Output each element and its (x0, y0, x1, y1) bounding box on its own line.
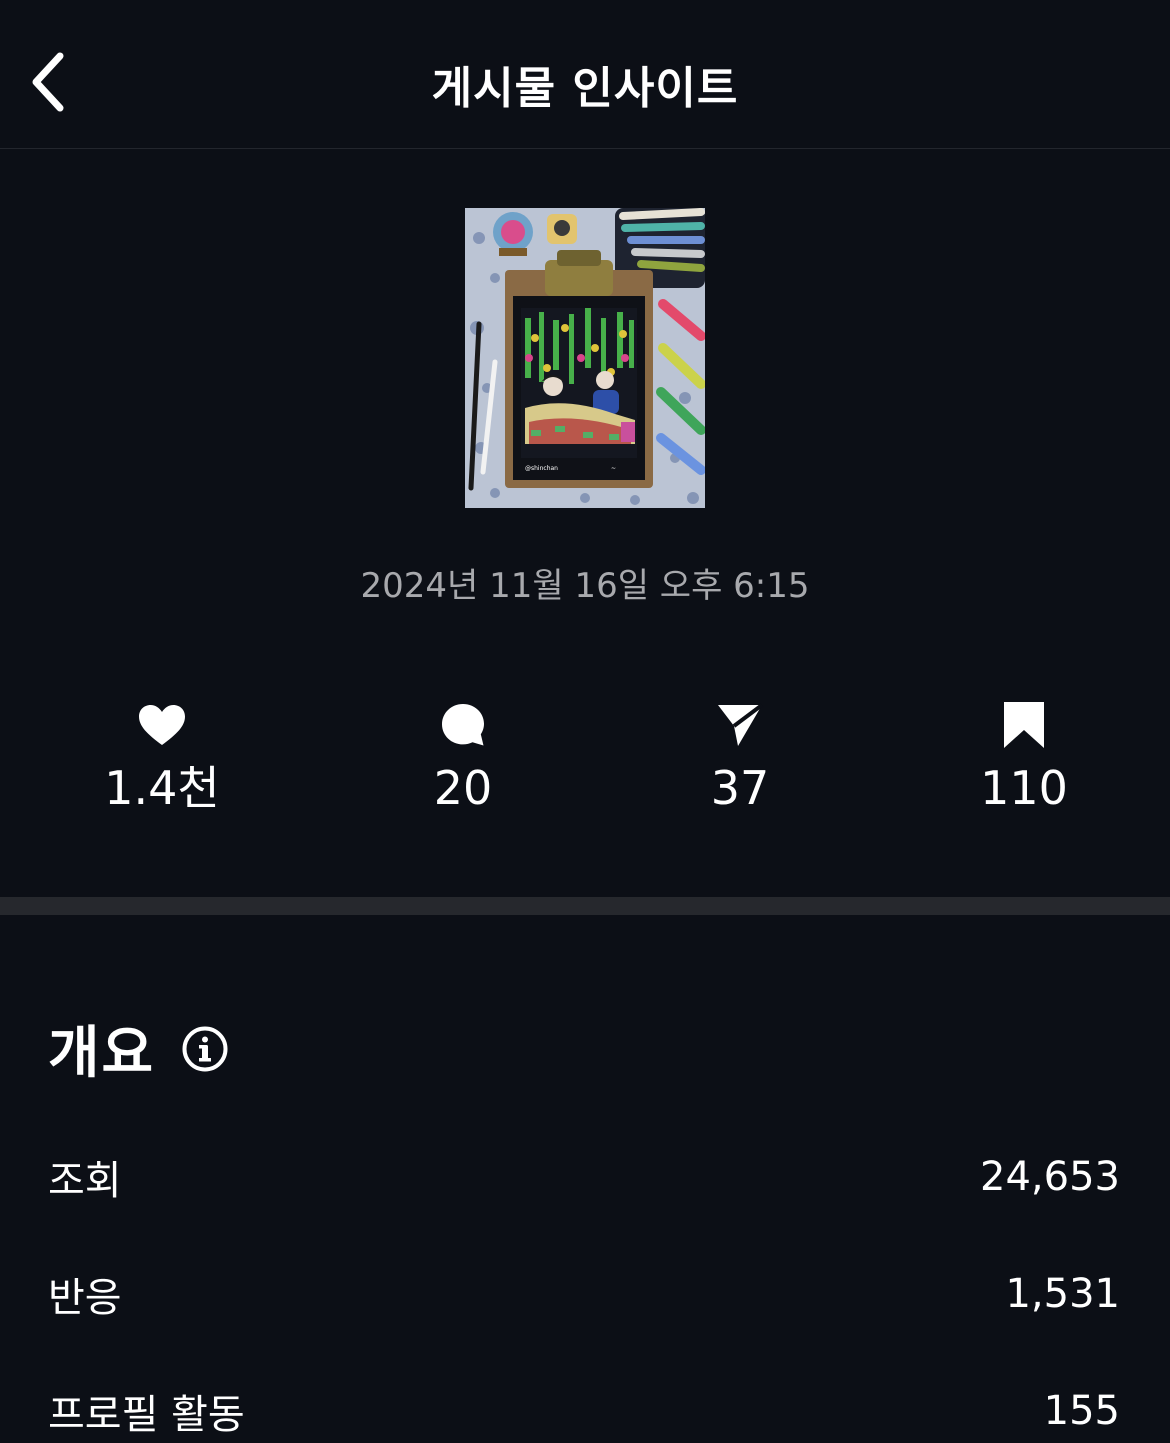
comment-icon (442, 704, 484, 746)
metric-value: 155 (1043, 1388, 1120, 1434)
heart-icon (139, 705, 185, 745)
page-title: 게시물 인사이트 (431, 63, 739, 114)
overview-header: 개요 (48, 1008, 229, 1089)
header-bar: 게시물 인사이트 (0, 0, 1170, 149)
metric-row-interactions[interactable]: 반응 1,531 (48, 1264, 1120, 1324)
info-icon[interactable] (181, 1025, 229, 1073)
post-timestamp: 2024년 11월 16일 오후 6:15 (360, 566, 810, 606)
saves-stat: 110 (904, 696, 1144, 816)
likes-stat: 1.4천 (42, 696, 282, 816)
overview-title: 개요 (48, 1021, 156, 1086)
likes-count: 1.4천 (104, 761, 220, 815)
metric-label: 조회 (48, 1158, 122, 1204)
send-icon (718, 703, 764, 746)
saves-count: 110 (980, 761, 1068, 815)
shares-stat: 37 (620, 696, 860, 816)
svg-text:@shinchan: @shinchan (525, 465, 558, 472)
metric-row-views[interactable]: 조회 24,653 (48, 1147, 1120, 1207)
shares-count: 37 (710, 761, 770, 815)
svg-text:~: ~ (611, 465, 616, 472)
bookmark-icon (1004, 702, 1044, 748)
metric-value: 24,653 (980, 1154, 1120, 1200)
comments-stat: 20 (343, 696, 583, 816)
metric-label: 프로필 활동 (48, 1392, 245, 1438)
metric-value: 1,531 (1005, 1271, 1120, 1317)
comments-count: 20 (433, 761, 493, 815)
section-divider (0, 897, 1170, 915)
metric-label: 반응 (48, 1275, 122, 1321)
post-thumbnail[interactable]: @shinchan ~ (465, 208, 705, 508)
metric-row-profile-activity[interactable]: 프로필 활동 155 (48, 1381, 1120, 1441)
post-artwork-image: @shinchan ~ (465, 208, 705, 508)
